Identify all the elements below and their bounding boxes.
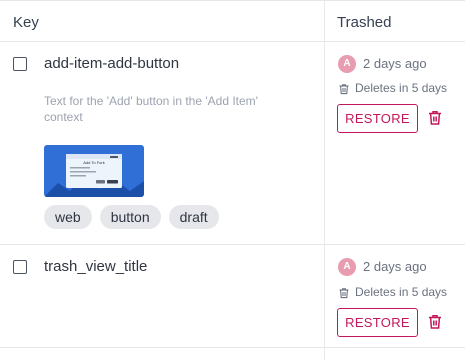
column-header-key[interactable]: Key — [13, 14, 39, 31]
restore-button[interactable]: RESTORE — [337, 104, 418, 133]
header-divider — [0, 41, 465, 42]
trashed-time: 2 days ago — [363, 259, 427, 274]
top-border — [0, 0, 465, 1]
key-description: Text for the 'Add' button in the 'Add It… — [44, 94, 258, 124]
trashed-time: 2 days ago — [363, 56, 427, 71]
column-header-trashed[interactable]: Trashed — [337, 14, 391, 31]
row-checkbox[interactable] — [13, 260, 27, 274]
column-divider — [324, 0, 325, 360]
tag-list: web button draft — [44, 205, 219, 229]
key-name[interactable]: add-item-add-button — [44, 55, 179, 72]
row-checkbox[interactable] — [13, 57, 27, 71]
tag[interactable]: button — [99, 205, 161, 229]
tag[interactable]: draft — [168, 205, 219, 229]
avatar: A — [338, 258, 356, 276]
delete-icon[interactable] — [428, 314, 442, 330]
row-divider — [0, 244, 465, 245]
delete-icon[interactable] — [428, 110, 442, 126]
deletion-countdown: Deletes in 5 days — [355, 285, 448, 299]
trash-icon — [338, 286, 350, 299]
deletion-countdown: Deletes in 5 days — [355, 81, 448, 95]
avatar: A — [338, 55, 356, 73]
trash-icon — [338, 82, 350, 95]
row-divider — [0, 347, 465, 348]
tag[interactable]: web — [44, 205, 92, 229]
screenshot-thumbnail[interactable]: Add To Fork — [44, 145, 144, 197]
thumbnail-title: Add To Fork — [83, 160, 105, 165]
key-name[interactable]: trash_view_title — [44, 258, 147, 275]
trash-table: Key Trashed add-item-add-button Text for… — [0, 0, 465, 360]
restore-button[interactable]: RESTORE — [337, 308, 418, 337]
